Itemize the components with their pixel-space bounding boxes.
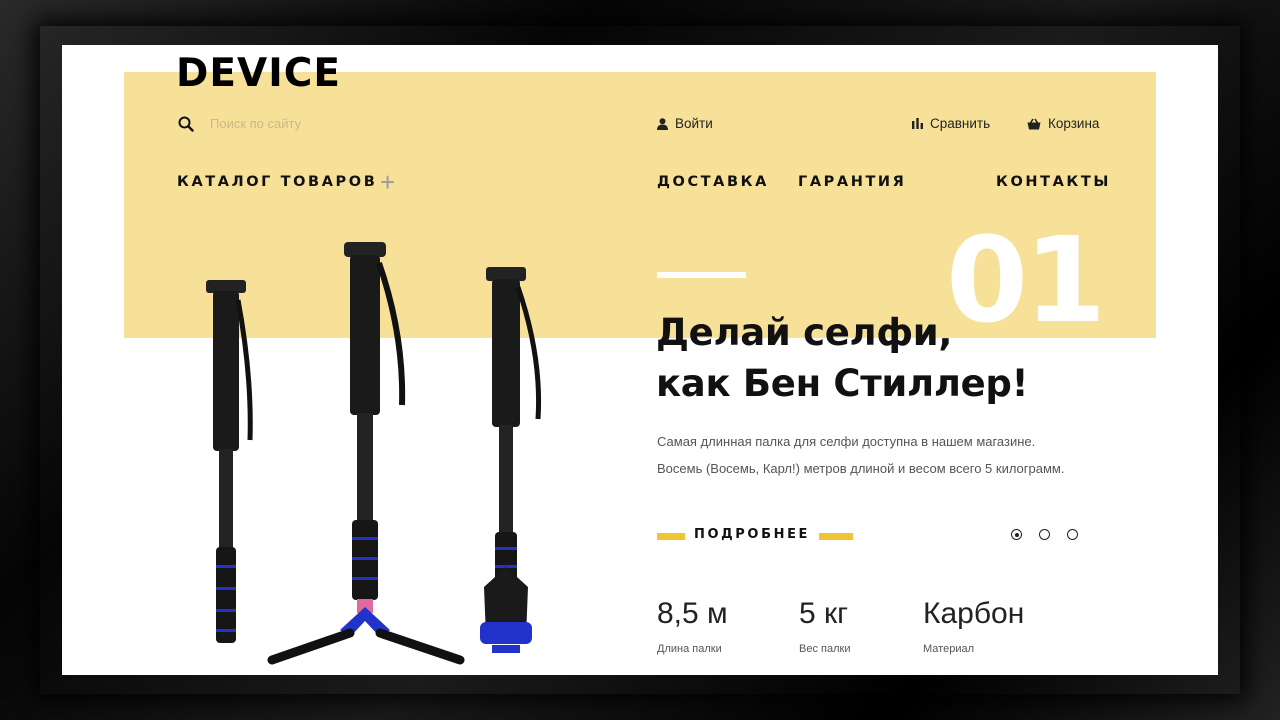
slider-dot-2[interactable]	[1039, 529, 1050, 540]
slide-description: Самая длинная палка для селфи доступна в…	[657, 428, 1064, 482]
slide-title-line-1: Делай селфи,	[656, 311, 953, 354]
cart-label: Корзина	[1048, 116, 1100, 131]
nav-contacts[interactable]: КОНТАКТЫ	[996, 174, 1111, 190]
stat-length-label: Длина палки	[657, 643, 722, 655]
stat-weight-label: Вес палки	[799, 643, 851, 655]
compare-label: Сравнить	[930, 116, 991, 131]
nav-catalog[interactable]: КАТАЛОГ ТОВАРОВ	[177, 174, 377, 190]
stat-length: 8,5 м Длина палки	[657, 597, 728, 655]
site-logo[interactable]: DEVICE	[176, 51, 341, 96]
stat-material-label: Материал	[923, 643, 974, 655]
slide-description-line-2: Восемь (Восемь, Карл!) метров длиной и в…	[657, 461, 1065, 476]
cart-link[interactable]: Корзина	[1027, 116, 1099, 131]
stat-material: Карбон Материал	[923, 597, 1024, 655]
more-button[interactable]: ПОДРОБНЕЕ	[657, 525, 853, 547]
user-icon	[657, 117, 668, 130]
plus-icon[interactable]: +	[380, 169, 395, 195]
nav-warranty[interactable]: ГАРАНТИЯ	[798, 174, 906, 190]
stat-weight: 5 кг Вес палки	[799, 597, 850, 655]
slider-dot-1[interactable]	[1011, 529, 1022, 540]
slider-pagination	[1011, 529, 1078, 540]
monopod-3-image	[480, 267, 542, 653]
nav-delivery[interactable]: ДОСТАВКА	[657, 174, 769, 190]
monopod-1	[206, 280, 253, 643]
search-input[interactable]	[208, 115, 412, 132]
login-link[interactable]: Войти	[657, 116, 713, 131]
more-button-label: ПОДРОБНЕЕ	[685, 527, 820, 542]
search-bar	[178, 115, 412, 132]
stat-weight-value: 5 кг	[799, 597, 849, 630]
slide-title-line-2: как Бен Стиллер!	[656, 362, 1029, 405]
slide-title: Делай селфи, как Бен Стиллер!	[656, 307, 1029, 409]
product-image-monopods	[206, 242, 465, 665]
stat-material-value: Карбон	[923, 597, 1025, 630]
slider-dot-3[interactable]	[1067, 529, 1078, 540]
login-label: Войти	[675, 116, 713, 131]
search-icon[interactable]	[178, 116, 194, 132]
compare-link[interactable]: Сравнить	[912, 116, 990, 131]
bar-chart-icon	[912, 118, 923, 129]
monopod-2	[267, 242, 465, 665]
slide-description-line-1: Самая длинная палка для селфи доступна в…	[657, 434, 1036, 449]
web-page: DEVICE Войти Сравнить Корзина КАТАЛОГ ТО…	[62, 45, 1218, 675]
slide-accent-line	[657, 272, 746, 278]
basket-icon	[1027, 118, 1041, 130]
stat-length-value: 8,5 м	[657, 597, 728, 630]
